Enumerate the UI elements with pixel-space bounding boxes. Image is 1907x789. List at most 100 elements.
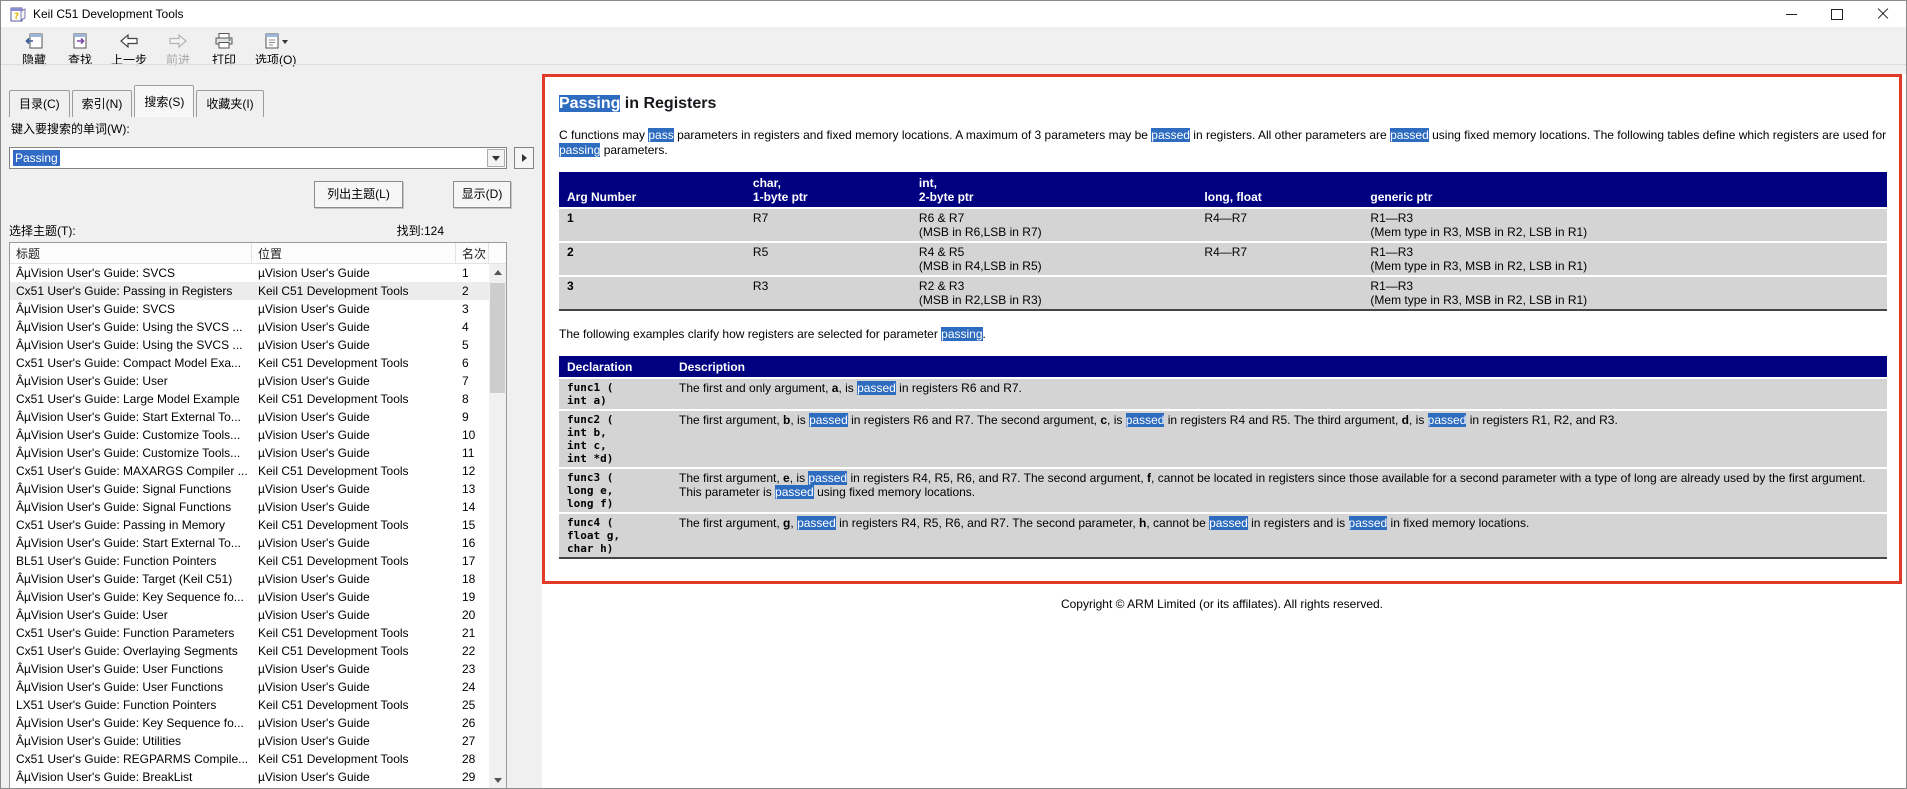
list-item[interactable]: ÂµVision User's Guide: Key Sequence fo..… — [10, 714, 489, 732]
combobox-dropdown-button[interactable] — [487, 149, 505, 167]
list-item[interactable]: ÂµVision User's Guide: BreakList µVision … — [10, 768, 489, 786]
list-item[interactable]: ÂµVision User's Guide: Target (Keil C51)… — [10, 570, 489, 588]
list-item[interactable]: ÂµVision User's Guide: Key Sequence fo..… — [10, 588, 489, 606]
list-item[interactable]: ÂµVision User's Guide: User Functions µVi… — [10, 660, 489, 678]
cell-title: LX51 User's Guide: Function Pointers — [16, 698, 217, 712]
table-row: 1 R7 R6 & R7 (MSB in R6,LSB in R7) R4—R7 R1—… — [559, 207, 1887, 242]
options-icon — [262, 31, 290, 51]
cell-title: Cx51 User's Guide: Large Model Example — [16, 392, 240, 406]
cell-title: ÂµVision User's Guide: User — [16, 608, 168, 622]
list-item[interactable]: BL51 User's Guide: Function Pointers Keil… — [10, 552, 489, 570]
cell-rank: 19 — [462, 590, 476, 604]
cell-rank: 9 — [462, 410, 469, 424]
scroll-down-button[interactable] — [489, 772, 506, 788]
cell-title: ÂµVision User's Guide: User Functions — [16, 662, 224, 676]
list-item[interactable]: ÂµVision User's Guide: SVCS µVision User'… — [10, 300, 489, 318]
cell-rank: 4 — [462, 320, 469, 334]
scrollbar-thumb[interactable] — [490, 283, 505, 393]
cell-rank: 13 — [462, 482, 476, 496]
results-header: 标题 位置 名次 — [10, 243, 506, 264]
cell-loc: Keil C51 Development Tools — [258, 356, 409, 370]
annotated-content-pane: Passing in Registers C functions may pas… — [542, 74, 1902, 584]
list-item[interactable]: ÂµVision User's Guide: Using the SVCS ..… — [10, 336, 489, 354]
table-cell: R6 & R7 (MSB in R6,LSB in R7) — [910, 207, 1197, 242]
cell-loc: µVision User's Guide — [258, 410, 370, 424]
tab-search[interactable]: 搜索(S) — [134, 85, 195, 117]
scroll-up-button[interactable] — [489, 264, 506, 281]
column-header-location[interactable]: 位置 — [252, 243, 456, 263]
search-term-highlight: passing — [941, 327, 983, 341]
close-button[interactable] — [1860, 1, 1906, 27]
cell-loc: Keil C51 Development Tools — [258, 644, 409, 658]
column-header-rank[interactable]: 名次 — [456, 243, 489, 263]
list-item[interactable]: ÂµVision User's Guide: User µVision User'… — [10, 606, 489, 624]
list-item[interactable]: ÂµVision User's Guide: Utilities µVision … — [10, 732, 489, 750]
list-item[interactable]: ÂµVision User's Guide: User µVision User'… — [10, 372, 489, 390]
table-header-cell: char, 1-byte ptr — [744, 172, 911, 208]
list-item[interactable]: Cx51 User's Guide: MAXARGS Compiler ... K… — [10, 462, 489, 480]
cell-rank: 26 — [462, 716, 476, 730]
print-icon — [213, 31, 235, 51]
list-topics-button[interactable]: 列出主题(L) — [314, 181, 403, 208]
list-item[interactable]: ÂµVision User's Guide: Start External To… — [10, 534, 489, 552]
list-item[interactable]: ÂµVision User's Guide: Signal Functions µ… — [10, 480, 489, 498]
table-cell: 2 — [559, 241, 745, 276]
maximize-icon — [1831, 8, 1843, 20]
search-term-highlight: passed — [808, 471, 848, 485]
cell-loc: µVision User's Guide — [258, 716, 370, 730]
table-cell: The first argument, b, is passed in regi… — [671, 409, 1887, 468]
cell-rank: 16 — [462, 536, 476, 550]
list-item[interactable]: ÂµVision User's Guide: Signal Functions µ… — [10, 498, 489, 516]
minimize-button[interactable] — [1768, 1, 1814, 27]
cell-title: ÂµVision User's Guide: Signal Functions — [16, 500, 232, 514]
cell-rank: 8 — [462, 392, 469, 406]
list-item[interactable]: ÂµVision User's Guide: Customize Tools..… — [10, 444, 489, 462]
bold-term: e — [783, 471, 790, 485]
table-cell: R1—R3 (Mem type in R3, MSB in R2, LSB in… — [1362, 275, 1887, 310]
cell-title: Cx51 User's Guide: Passing in Registers — [16, 284, 233, 298]
search-term-highlight: passed — [1151, 128, 1190, 142]
cell-rank: 5 — [462, 338, 469, 352]
list-item[interactable]: ÂµVision User's Guide: Using the SVCS ..… — [10, 318, 489, 336]
list-item[interactable]: Cx51 User's Guide: Passing in Registers K… — [10, 282, 489, 300]
tab-contents[interactable]: 目录(C) — [9, 90, 70, 117]
cell-rank: 25 — [462, 698, 476, 712]
search-input-value[interactable]: Passing — [13, 150, 60, 166]
cell-loc: µVision User's Guide — [258, 266, 370, 280]
table-header-cell: generic ptr — [1362, 172, 1887, 208]
table-cell: The first argument, e, is passed in regi… — [671, 467, 1887, 513]
table-cell: R7 — [744, 207, 911, 242]
list-item[interactable]: Cx51 User's Guide: Large Model Example Ke… — [10, 390, 489, 408]
list-item[interactable]: Cx51 User's Guide: Compact Model Exa... K… — [10, 354, 489, 372]
display-button[interactable]: 显示(D) — [453, 181, 511, 208]
maximize-button[interactable] — [1814, 1, 1860, 27]
help-book-icon: ? — [10, 6, 26, 22]
cell-loc: µVision User's Guide — [258, 482, 370, 496]
list-item[interactable]: ÂµVision User's Guide: User Functions µVi… — [10, 678, 489, 696]
list-item[interactable]: ÂµVision User's Guide: Start External To… — [10, 408, 489, 426]
list-item[interactable]: LX51 User's Guide: Function Pointers Keil… — [10, 696, 489, 714]
cell-rank: 17 — [462, 554, 476, 568]
search-term-highlight: passed — [775, 485, 814, 499]
list-item[interactable]: Cx51 User's Guide: Overlaying Segments Ke… — [10, 642, 489, 660]
list-item[interactable]: Cx51 User's Guide: Passing in Memory Keil… — [10, 516, 489, 534]
list-item[interactable]: Cx51 User's Guide: Function Parameters Ke… — [10, 624, 489, 642]
list-item[interactable]: Cx51 User's Guide: REGPARMS Compile... Ke… — [10, 750, 489, 768]
cell-title: ÂµVision User's Guide: Signal Functions — [16, 482, 232, 496]
column-header-title[interactable]: 标题 — [10, 243, 252, 263]
cell-title: ÂµVision User's Guide: Target (Keil C51) — [16, 572, 233, 586]
list-item[interactable]: ÂµVision User's Guide: SVCS µVision User'… — [10, 264, 489, 282]
search-combobox[interactable]: Passing — [9, 147, 507, 169]
cell-loc: µVision User's Guide — [258, 320, 370, 334]
list-item[interactable]: ÂµVision User's Guide: Customize Tools..… — [10, 426, 489, 444]
search-operator-button[interactable] — [514, 147, 534, 169]
tab-favorites[interactable]: 收藏夹(I) — [196, 90, 264, 117]
cell-title: ÂµVision User's Guide: Using the SVCS ..… — [16, 320, 243, 334]
table-header-cell: Declaration — [559, 356, 671, 378]
bold-term: d — [1401, 413, 1409, 427]
found-count-label: 找到:124 — [396, 224, 444, 238]
tab-index[interactable]: 索引(N) — [71, 90, 133, 117]
search-results-list: 标题 位置 名次 ÂµVision User's Guide: SVCS µVis… — [9, 242, 507, 788]
table-row: 2 R5 R4 & R5 (MSB in R4,LSB in R5) R4—R7 R1—… — [559, 241, 1887, 276]
results-scrollbar[interactable] — [489, 264, 506, 788]
